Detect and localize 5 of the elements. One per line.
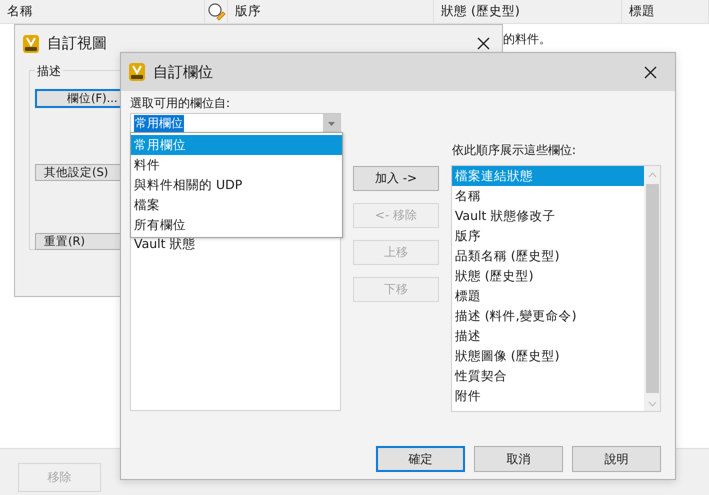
group-label: 描述 (35, 63, 63, 80)
table-cell: 的料件。 (503, 30, 551, 48)
window-title: 自訂欄位 (153, 62, 214, 82)
window-title: 自訂視圖 (47, 34, 108, 53)
field-label: 依此順序展示這些欄位: (450, 142, 577, 158)
